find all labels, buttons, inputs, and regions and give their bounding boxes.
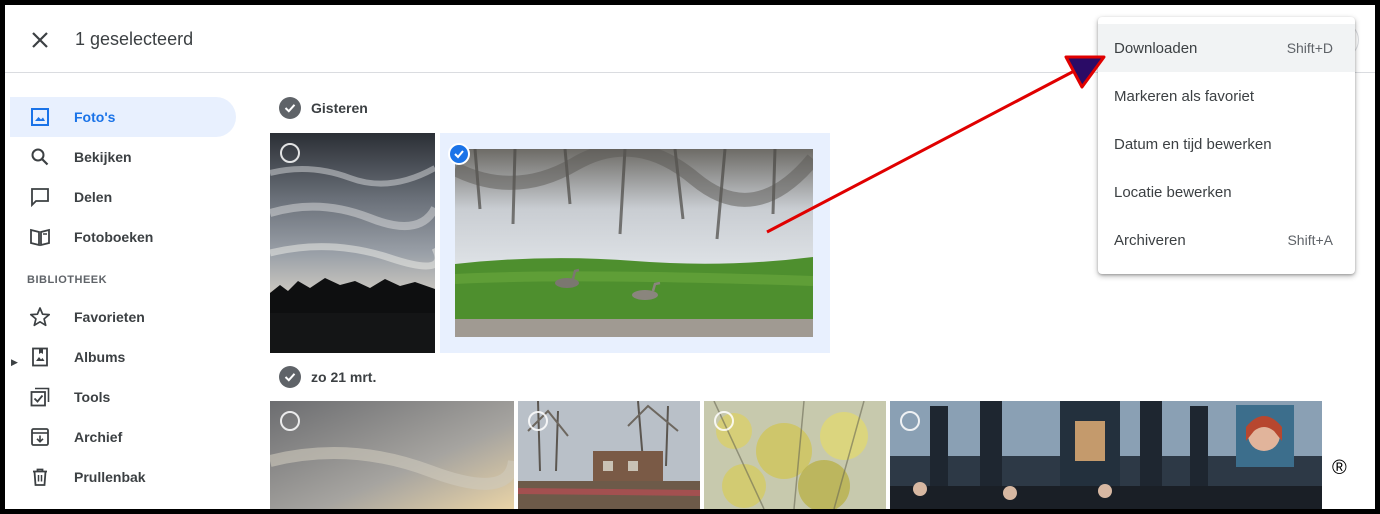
select-group-check-icon[interactable] (279, 97, 301, 119)
menu-item-label: Markeren als favoriet (1114, 87, 1255, 105)
sidebar-item-label: Bekijken (74, 149, 132, 165)
album-icon (28, 345, 52, 369)
trash-icon (28, 465, 52, 489)
book-icon (28, 225, 52, 249)
select-photo-circle[interactable] (528, 411, 548, 431)
menu-item-label: Datum en tijd bewerken (1114, 135, 1272, 153)
menu-item-edit-location[interactable]: Locatie bewerken (1098, 168, 1355, 216)
menu-item-download[interactable]: Downloaden Shift+D (1098, 24, 1355, 72)
photo-thumbnail[interactable] (890, 401, 1322, 509)
sidebar-item-label: Tools (74, 389, 111, 405)
menu-item-edit-date-time[interactable]: Datum en tijd bewerken (1098, 120, 1355, 168)
menu-item-label: Archiveren (1114, 231, 1186, 249)
close-button[interactable] (27, 27, 53, 53)
menu-item-label: Locatie bewerken (1114, 183, 1232, 201)
photo-icon (28, 105, 52, 129)
sidebar-item-explore[interactable]: Bekijken (10, 137, 236, 177)
geese-photo (455, 149, 813, 337)
sidebar: Foto's Bekijken Delen Fotoboeken BIBLIOT… (5, 74, 245, 509)
church-concert-photo (890, 401, 1322, 509)
close-icon (32, 32, 48, 48)
date-group-header: zo 21 mrt. (279, 366, 376, 388)
star-icon (28, 305, 52, 329)
select-photo-circle[interactable] (280, 143, 300, 163)
date-label: zo 21 mrt. (311, 369, 377, 385)
sidebar-item-label: Prullenbak (74, 469, 146, 485)
sidebar-item-archive[interactable]: Archief (10, 417, 236, 457)
menu-item-archive[interactable]: Archiveren Shift+A (1098, 216, 1355, 264)
selection-count: 1 geselecteerd (75, 29, 194, 49)
registered-mark: ® (1332, 457, 1347, 479)
sidebar-item-label: Fotoboeken (74, 229, 154, 245)
select-group-check-icon[interactable] (279, 366, 301, 388)
search-icon (28, 145, 52, 169)
sidebar-item-label: Albums (74, 349, 126, 365)
menu-item-shortcut: Shift+A (1287, 232, 1333, 248)
archive-icon (28, 425, 52, 449)
photo-thumbnail-selected[interactable] (455, 149, 813, 337)
cloud-photo (270, 401, 514, 509)
menu-item-favorite[interactable]: Markeren als favoriet (1098, 72, 1355, 120)
sidebar-item-photos[interactable]: Foto's (10, 97, 236, 137)
sidebar-item-trash[interactable]: Prullenbak (10, 457, 236, 497)
sky-photo (270, 133, 435, 353)
sidebar-item-albums[interactable]: Albums (10, 337, 236, 377)
sidebar-item-tools[interactable]: Tools (10, 377, 236, 417)
checklist-icon (28, 385, 52, 409)
menu-item-label: Downloaden (1114, 39, 1198, 57)
sidebar-item-sharing[interactable]: Delen (10, 177, 236, 217)
photo-thumbnail[interactable] (704, 401, 886, 509)
select-photo-circle[interactable] (280, 411, 300, 431)
date-group-header: Gisteren (279, 97, 368, 119)
menu-item-shortcut: Shift+D (1286, 40, 1333, 56)
photo-thumbnail[interactable] (518, 401, 700, 509)
sidebar-item-label: Delen (74, 189, 113, 205)
photo-thumbnail[interactable] (270, 401, 514, 509)
section-label-library: BIBLIOTHEEK (27, 274, 108, 286)
select-photo-circle[interactable] (900, 411, 920, 431)
overflow-menu: Downloaden Shift+D Markeren als favoriet… (1098, 17, 1355, 274)
chat-icon (28, 185, 52, 209)
sidebar-item-label: Foto's (74, 109, 116, 125)
date-label: Gisteren (311, 100, 368, 116)
sidebar-item-photobooks[interactable]: Fotoboeken (10, 217, 236, 257)
sidebar-item-label: Archief (74, 429, 123, 445)
sidebar-item-label: Favorieten (74, 309, 145, 325)
select-photo-circle[interactable] (714, 411, 734, 431)
selected-check-icon[interactable] (448, 143, 470, 165)
sidebar-item-favorites[interactable]: Favorieten (10, 297, 236, 337)
app-window: 1 geselecteerd Foto's Bekijken Delen Fot… (5, 5, 1375, 509)
photo-thumbnail[interactable] (270, 133, 435, 353)
